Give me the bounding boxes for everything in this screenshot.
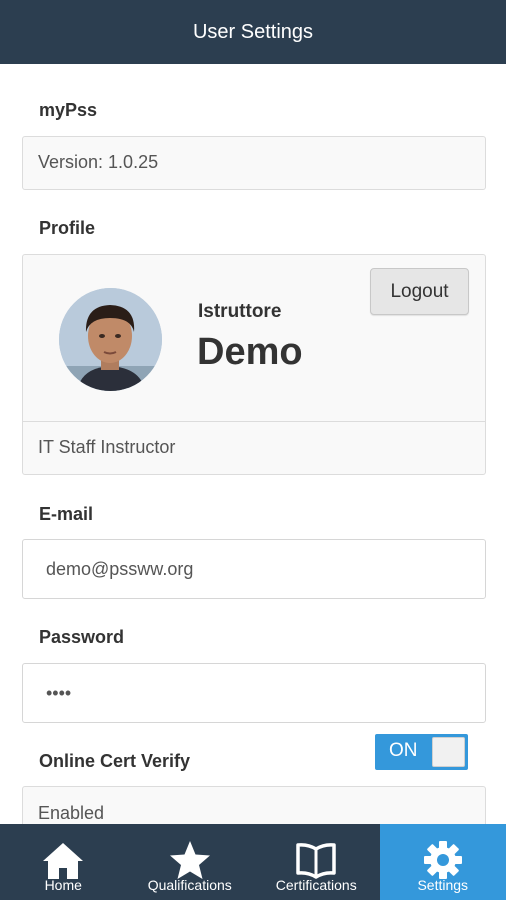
profile-label: Profile — [39, 218, 96, 238]
bottom-tab-bar: Home Qualifications Certifications Setti… — [0, 824, 506, 900]
online-cert-box: Enabled — [22, 786, 486, 824]
online-cert-toggle[interactable]: ON — [375, 734, 468, 770]
tab-settings-label: Settings — [417, 877, 469, 893]
tab-home[interactable]: Home — [0, 824, 127, 900]
tab-settings[interactable]: Settings — [379, 824, 506, 900]
profile-role: IT Staff Instructor — [38, 437, 176, 457]
version-text: Version: 1.0.25 — [38, 152, 159, 172]
online-cert-label: Online Cert Verify — [39, 751, 191, 771]
email-label: E-mail — [39, 504, 94, 524]
tab-qualifications-label: Qualifications — [147, 877, 232, 893]
page-title: User Settings — [192, 20, 314, 43]
toggle-knob[interactable] — [432, 737, 465, 767]
profile-card: Istruttore Demo Logout IT Staff Instruct… — [22, 254, 486, 475]
avatar — [59, 288, 162, 391]
tab-certifications[interactable]: Certifications — [253, 824, 380, 900]
email-field[interactable] — [22, 539, 486, 599]
logout-button[interactable]: Logout — [370, 268, 469, 315]
home-icon — [43, 843, 84, 879]
toggle-on-label: ON — [389, 740, 418, 761]
book-icon — [296, 843, 336, 879]
gear-icon — [423, 841, 462, 879]
profile-first-name: Istruttore — [198, 301, 282, 322]
version-box: Version: 1.0.25 — [22, 136, 486, 190]
online-cert-status: Enabled — [38, 803, 105, 823]
header-bar: User Settings — [0, 0, 506, 64]
star-icon — [169, 841, 210, 879]
settings-content[interactable]: myPss Version: 1.0.25 Profile Istruttore… — [0, 64, 506, 824]
profile-last-name: Demo — [197, 331, 303, 373]
password-field[interactable] — [22, 663, 486, 723]
tab-certifications-label: Certifications — [275, 877, 357, 893]
tab-home-label: Home — [44, 877, 82, 893]
profile-divider — [23, 421, 485, 422]
tab-qualifications[interactable]: Qualifications — [127, 824, 254, 900]
app-section-label: myPss — [39, 100, 98, 120]
password-label: Password — [39, 627, 125, 647]
avatar-photo — [59, 288, 162, 391]
